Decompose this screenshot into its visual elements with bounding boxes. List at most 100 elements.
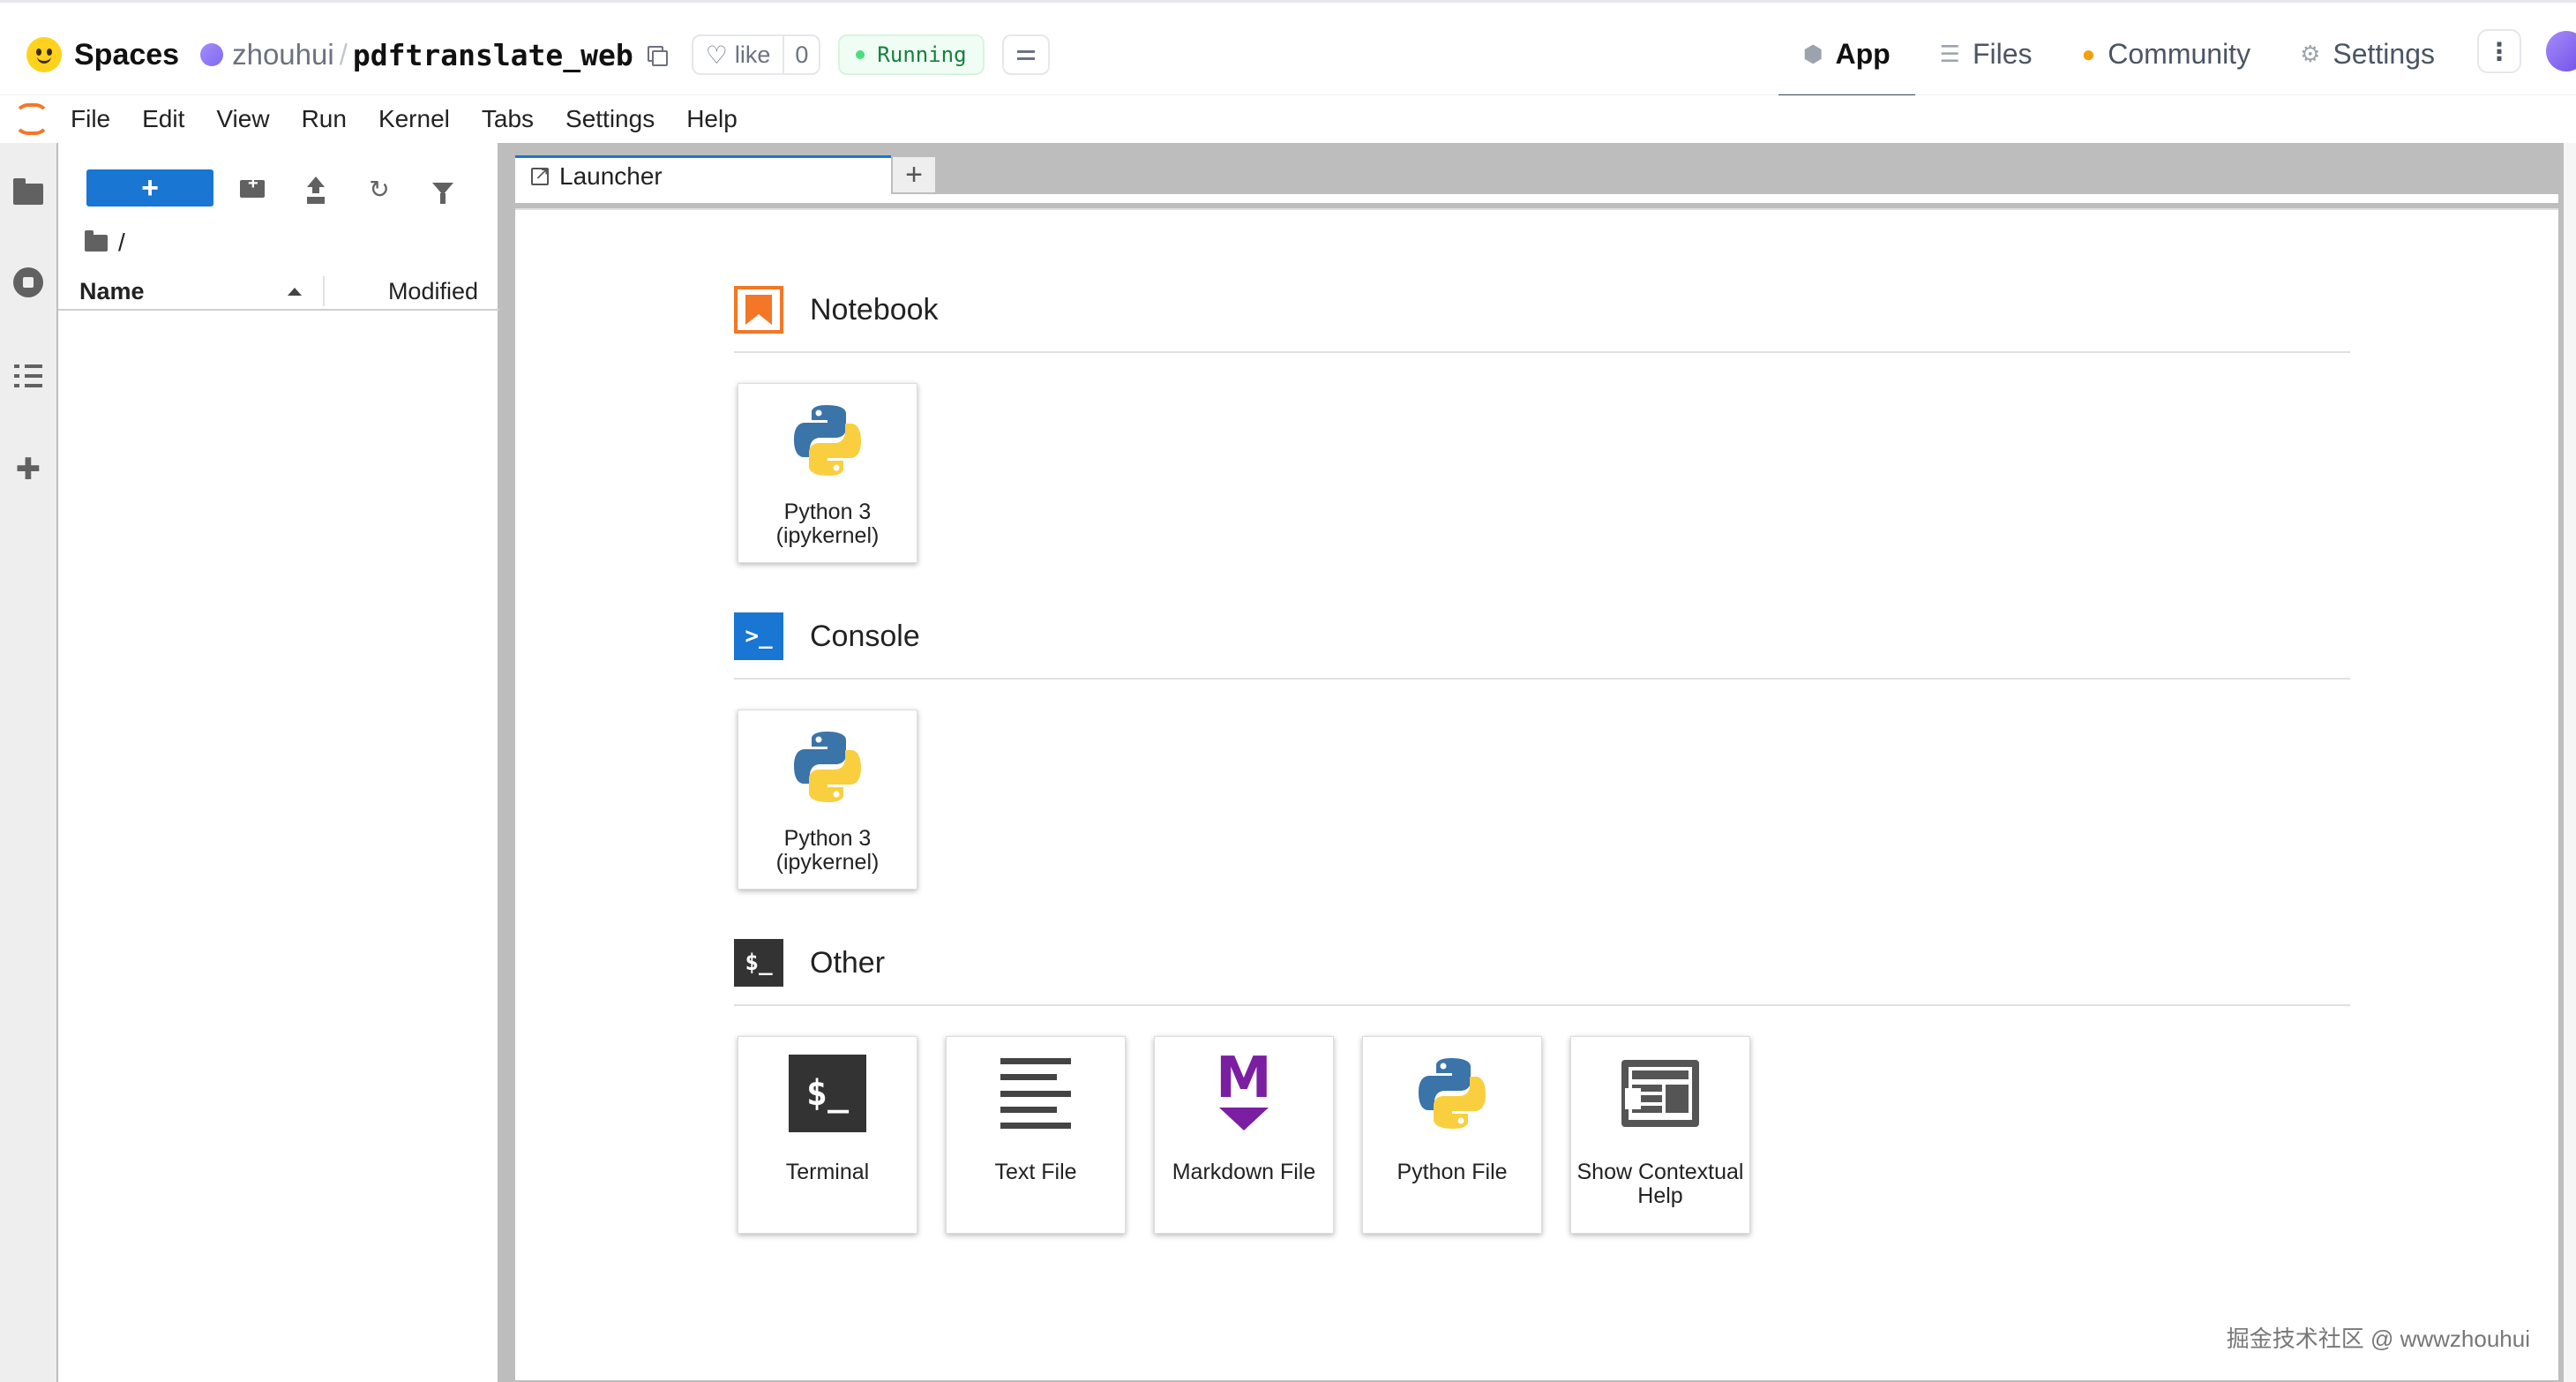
terminal-icon: $_	[787, 1053, 868, 1134]
name-column-label: Name	[79, 277, 145, 304]
table-of-contents-tab[interactable]	[12, 360, 44, 392]
python-icon	[1412, 1053, 1493, 1134]
notebook-section-title: Notebook	[810, 292, 939, 327]
new-folder-button[interactable]	[236, 173, 268, 205]
notebook-python3-label: Python 3 (ipykernel)	[775, 499, 880, 548]
tab-community-label: Community	[2108, 38, 2251, 70]
home-folder-icon[interactable]	[85, 229, 108, 252]
menu-run[interactable]: Run	[302, 105, 347, 133]
launcher-tab-icon	[531, 162, 550, 185]
upload-icon	[305, 177, 326, 201]
file-browser-toolbar: + ↻	[58, 168, 499, 208]
like-label: like	[734, 41, 771, 68]
filter-button[interactable]	[427, 173, 459, 205]
file-browser-tab[interactable]	[12, 178, 44, 210]
console-python3-card[interactable]: Python 3 (ipykernel)	[738, 710, 917, 890]
other-icon: $_	[734, 939, 783, 987]
tab-files-label: Files	[1972, 38, 2033, 70]
sort-ascending-icon	[288, 287, 302, 296]
menu-kernel[interactable]: Kernel	[378, 105, 450, 133]
filter-icon	[432, 183, 453, 204]
modified-column-header[interactable]: Modified	[325, 278, 499, 305]
notebook-section-header: Notebook	[734, 286, 939, 334]
console-divider	[734, 678, 2350, 680]
main-dock-area: Launcher + Notebook Python 3 (ipykernel)	[499, 143, 2567, 1382]
document-tab-bar: Launcher +	[515, 155, 937, 194]
tab-settings-label: Settings	[2333, 38, 2435, 70]
python-file-label: Python File	[1397, 1160, 1508, 1184]
markdown-file-label: Markdown File	[1172, 1160, 1316, 1184]
status-text: Running	[877, 42, 967, 67]
console-section-title: Console	[810, 619, 920, 653]
hf-nav-tabs: ⬢ App ☰ Files ● Community ⚙ Settings ⋮	[1778, 29, 2576, 98]
tab-settings[interactable]: ⚙ Settings	[2275, 29, 2460, 98]
puzzle-icon: ✚	[15, 453, 41, 486]
hugging-face-logo-icon[interactable]	[26, 37, 62, 72]
menu-view[interactable]: View	[216, 105, 269, 133]
jupyter-logo-icon	[12, 101, 49, 137]
path-separator: /	[339, 38, 348, 71]
breadcrumb-path[interactable]: /	[118, 229, 125, 257]
gear-icon: ⚙	[2300, 41, 2321, 67]
watermark: 掘金技术社区 @ wwwzhouhui	[2226, 1326, 2530, 1352]
tab-launcher[interactable]: Launcher	[515, 155, 891, 194]
other-section-header: $_ Other	[734, 939, 885, 987]
status-badge[interactable]: Running	[838, 34, 985, 75]
hf-header: Spaces zhouhui / pdftranslate_web ♡ like …	[0, 0, 2576, 98]
tab-app[interactable]: ⬢ App	[1778, 29, 1915, 98]
community-icon: ●	[2081, 41, 2096, 67]
python-file-card[interactable]: Python File	[1362, 1036, 1542, 1234]
hf-left-group: Spaces zhouhui / pdftranslate_web ♡ like …	[26, 29, 1050, 80]
contextual-help-label: Show Contextual Help	[1576, 1160, 1744, 1208]
menu-file[interactable]: File	[71, 105, 110, 133]
name-column-header[interactable]: Name	[58, 276, 325, 306]
notebook-divider	[734, 351, 2350, 353]
user-avatar[interactable]	[2546, 31, 2576, 71]
tab-launcher-label: Launcher	[559, 161, 663, 190]
new-launcher-button[interactable]: +	[86, 169, 213, 207]
like-button[interactable]: ♡ like 0	[691, 34, 821, 75]
tab-community[interactable]: ● Community	[2057, 29, 2276, 98]
owner-link[interactable]: zhouhui	[232, 38, 334, 71]
like-count: 0	[783, 36, 819, 73]
notebook-python3-card[interactable]: Python 3 (ipykernel)	[738, 383, 917, 563]
vertical-dots-icon: ⋮	[2487, 37, 2512, 65]
add-tab-button[interactable]: +	[891, 155, 937, 194]
repo-name-link[interactable]: pdftranslate_web	[353, 38, 633, 72]
extension-manager-tab[interactable]: ✚	[12, 454, 44, 485]
more-options-button[interactable]: ⋮	[2477, 29, 2521, 73]
menu-help[interactable]: Help	[686, 105, 738, 133]
status-dot-icon	[856, 50, 865, 59]
heart-icon: ♡	[705, 41, 728, 69]
files-icon: ☰	[1939, 41, 1960, 67]
right-sidebar-edge	[2564, 143, 2576, 1382]
logs-icon	[1016, 49, 1035, 53]
cube-icon: ⬢	[1802, 41, 1823, 67]
notebook-icon	[734, 286, 783, 334]
text-file-label: Text File	[994, 1160, 1077, 1184]
refresh-icon: ↻	[369, 175, 390, 203]
file-browser-panel: + ↻ / Name Modified	[58, 143, 499, 1382]
tab-files[interactable]: ☰ Files	[1915, 29, 2057, 98]
menu-tabs[interactable]: Tabs	[482, 105, 534, 133]
refresh-button[interactable]: ↻	[363, 173, 395, 205]
text-file-card[interactable]: Text File	[946, 1036, 1126, 1234]
stop-circle-icon	[13, 267, 43, 297]
menu-edit[interactable]: Edit	[142, 105, 184, 133]
logs-button[interactable]	[1001, 34, 1050, 75]
console-icon: >_	[734, 612, 783, 660]
menu-settings[interactable]: Settings	[565, 105, 655, 133]
jupyter-menubar: File Edit View Run Kernel Tabs Settings …	[0, 95, 2576, 143]
tab-app-label: App	[1835, 38, 1891, 70]
logs-icon-line	[1016, 56, 1035, 60]
python-icon	[787, 726, 868, 807]
markdown-file-card[interactable]: M Markdown File	[1154, 1036, 1334, 1234]
upload-button[interactable]	[300, 173, 332, 205]
spaces-link[interactable]: Spaces	[74, 38, 179, 72]
copy-icon[interactable]	[646, 44, 668, 66]
running-sessions-tab[interactable]	[12, 267, 44, 298]
file-list-header: Name Modified	[58, 274, 499, 311]
other-section-title: Other	[810, 945, 886, 980]
contextual-help-card[interactable]: Show Contextual Help	[1570, 1036, 1750, 1234]
terminal-card[interactable]: $_ Terminal	[738, 1036, 917, 1234]
